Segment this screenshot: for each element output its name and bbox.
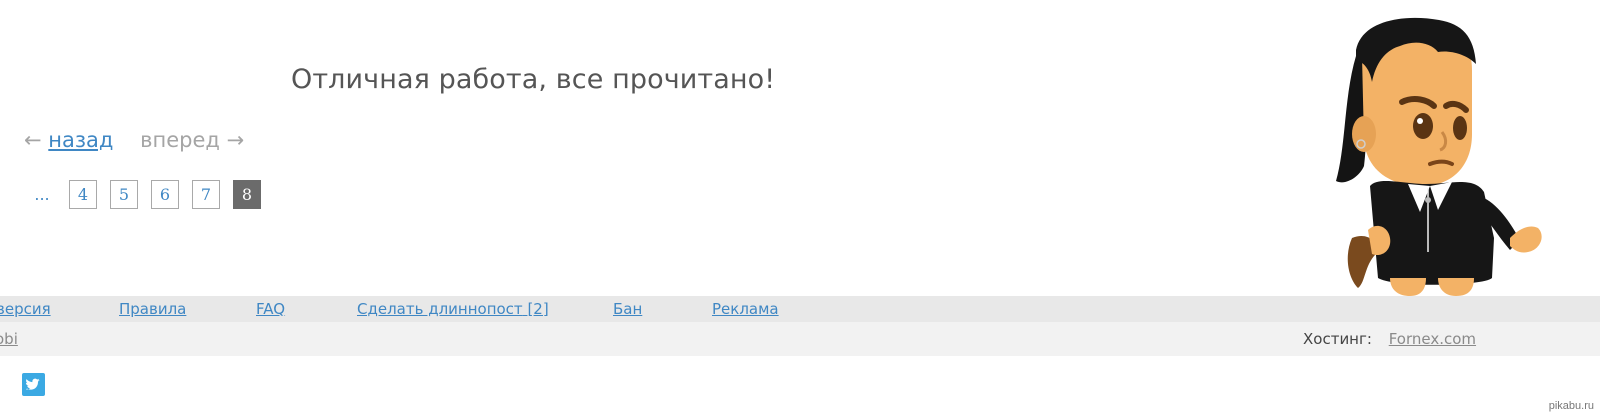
- footer-left-link[interactable]: obi: [0, 330, 18, 348]
- footer-link-faq[interactable]: FAQ: [256, 300, 285, 318]
- footer-links-bar: версия Правила FAQ Сделать длиннопост [2…: [0, 296, 1600, 322]
- hosting-info: Хостинг: Fornex.com: [1303, 330, 1476, 348]
- mascot-character: [1336, 17, 1542, 296]
- footer-link-ads[interactable]: Реклама: [712, 300, 779, 318]
- all-read-message: Отличная работа, все прочитано!: [291, 64, 776, 95]
- page-7-link[interactable]: 7: [192, 180, 220, 209]
- watermark: pikabu.ru: [1548, 400, 1594, 412]
- page-5-link[interactable]: 5: [110, 180, 138, 209]
- footer-sub-bar: obi Хостинг: Fornex.com: [0, 322, 1600, 356]
- longpost-count: [2]: [527, 300, 549, 318]
- twitter-icon[interactable]: [22, 373, 45, 396]
- back-link[interactable]: назад: [48, 128, 113, 152]
- pagination-ellipsis[interactable]: ...: [32, 180, 52, 209]
- footer-link-rules[interactable]: Правила: [119, 300, 186, 318]
- page-4-link[interactable]: 4: [69, 180, 97, 209]
- hosting-label: Хостинг:: [1303, 330, 1372, 348]
- page-6-link[interactable]: 6: [151, 180, 179, 209]
- footer-link-longpost[interactable]: Сделать длиннопост [2]: [357, 300, 549, 318]
- back-arrow-icon: ←: [24, 128, 42, 152]
- hosting-link[interactable]: Fornex.com: [1389, 330, 1476, 348]
- forward-link: вперед →: [140, 128, 245, 152]
- footer-link-ban[interactable]: Бан: [613, 300, 642, 318]
- post-navigation: ← назад вперед →: [24, 128, 244, 152]
- current-page: 8: [233, 180, 261, 209]
- footer-link-longpost-label: Сделать длиннопост: [357, 300, 523, 318]
- footer-link-version[interactable]: версия: [0, 300, 51, 318]
